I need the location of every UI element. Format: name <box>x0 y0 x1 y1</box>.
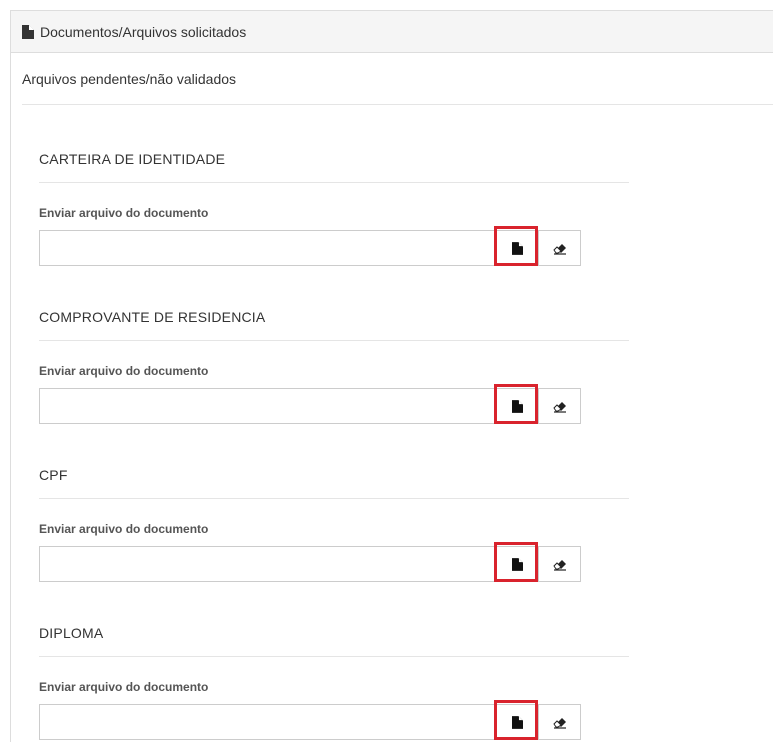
document-name: COMPROVANTE DE RESIDENCIA <box>39 309 629 341</box>
file-icon <box>512 557 523 571</box>
document-name: DIPLOMA <box>39 625 629 657</box>
document-item: COMPROVANTE DE RESIDENCIA Enviar arquivo… <box>39 309 629 424</box>
file-input[interactable] <box>39 546 497 582</box>
select-file-button[interactable] <box>494 384 539 424</box>
upload-label: Enviar arquivo do documento <box>39 522 209 536</box>
eraser-icon <box>552 560 566 571</box>
file-input[interactable] <box>39 704 497 740</box>
clear-file-button[interactable] <box>539 546 581 582</box>
upload-row <box>39 700 629 740</box>
clear-file-button[interactable] <box>539 388 581 424</box>
upload-row <box>39 226 629 266</box>
upload-row <box>39 542 629 582</box>
upload-label: Enviar arquivo do documento <box>39 364 209 378</box>
clear-file-button[interactable] <box>539 230 581 266</box>
select-file-button[interactable] <box>494 700 539 740</box>
eraser-icon <box>552 244 566 255</box>
upload-label: Enviar arquivo do documento <box>39 206 209 220</box>
file-icon <box>22 24 34 39</box>
file-icon <box>512 715 523 729</box>
document-item: CARTEIRA DE IDENTIDADE Enviar arquivo do… <box>39 151 629 266</box>
panel-heading: Documentos/Arquivos solicitados <box>11 11 773 53</box>
select-file-button[interactable] <box>494 542 539 582</box>
upload-row <box>39 384 629 424</box>
eraser-icon <box>552 718 566 729</box>
clear-file-button[interactable] <box>539 704 581 740</box>
document-name: CARTEIRA DE IDENTIDADE <box>39 151 629 183</box>
file-input[interactable] <box>39 388 497 424</box>
document-item: DIPLOMA Enviar arquivo do documento <box>39 625 629 740</box>
upload-label: Enviar arquivo do documento <box>39 680 209 694</box>
select-file-button[interactable] <box>494 226 539 266</box>
documents-panel: Documentos/Arquivos solicitados Arquivos… <box>10 10 773 742</box>
eraser-icon <box>552 402 566 413</box>
section-title: Arquivos pendentes/não validados <box>22 71 773 105</box>
panel-title: Documentos/Arquivos solicitados <box>40 23 247 40</box>
document-name: CPF <box>39 467 629 499</box>
document-item: CPF Enviar arquivo do documento <box>39 467 629 582</box>
file-input[interactable] <box>39 230 497 266</box>
file-icon <box>512 399 523 413</box>
file-icon <box>512 241 523 255</box>
